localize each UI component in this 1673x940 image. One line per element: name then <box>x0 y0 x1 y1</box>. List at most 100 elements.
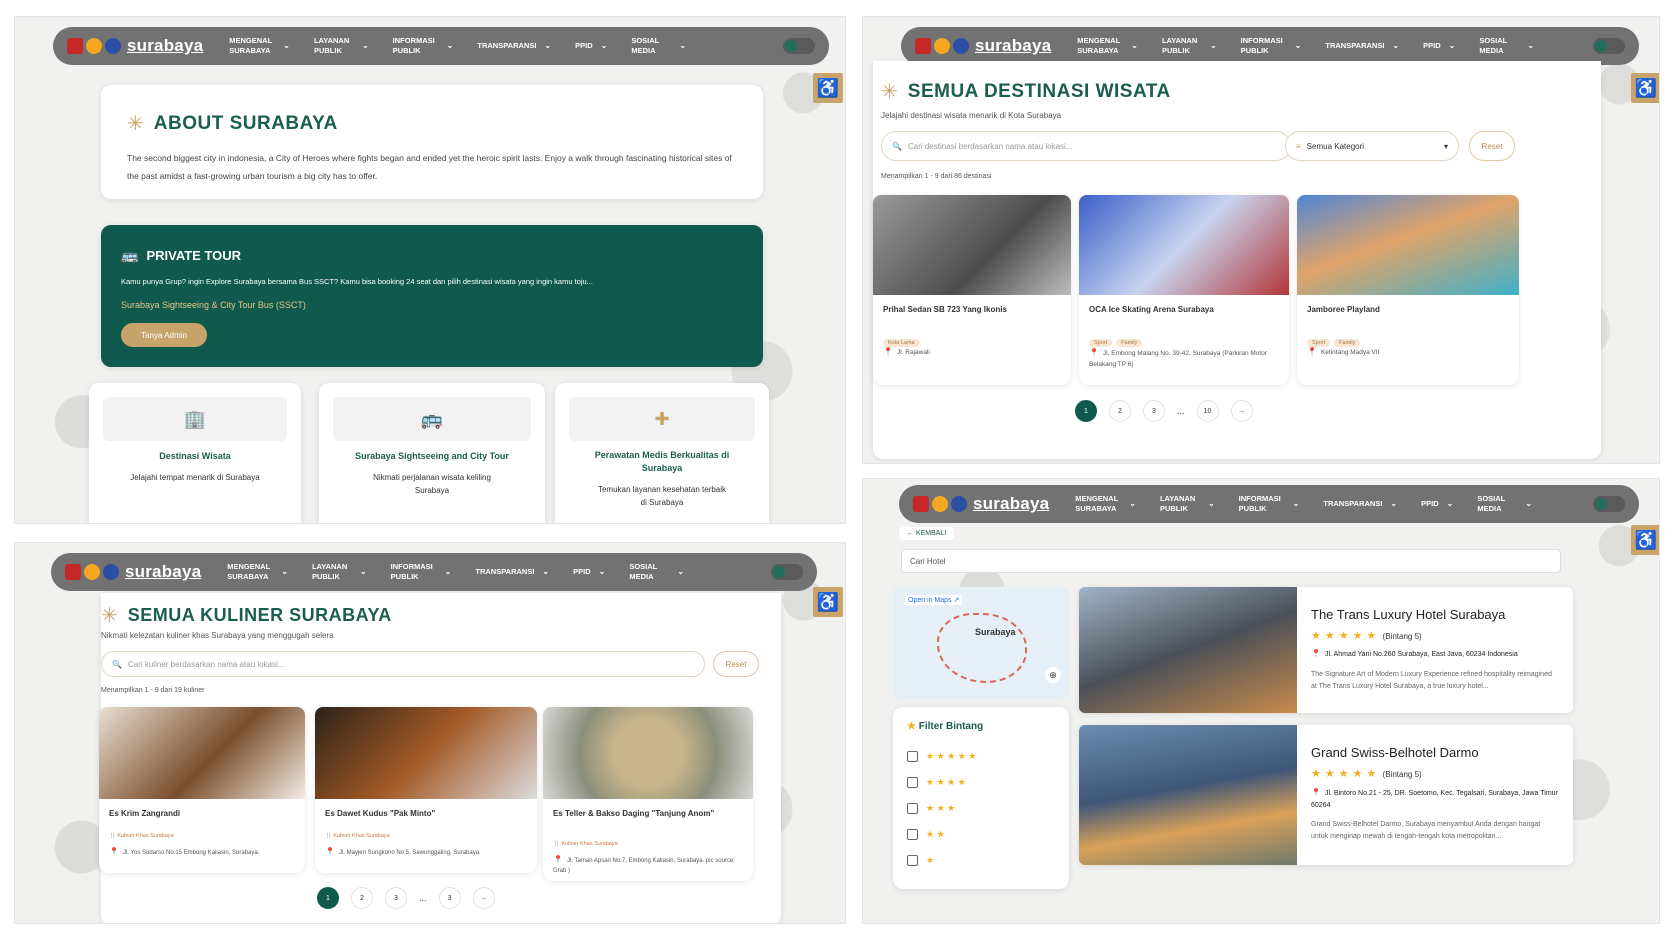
category-select[interactable]: ≡ Semua Kategori ▾ <box>1285 131 1459 161</box>
search-input[interactable]: 🔍 Cari kuliner berdasarkan nama atau loka… <box>101 651 705 677</box>
destination-card[interactable]: Prihal Sedan SB 723 Yang Ikonis Kota Lam… <box>873 195 1071 385</box>
hotel-search-input[interactable]: Cari Hotel <box>901 549 1561 573</box>
nav-transparansi[interactable]: TRANSPARANSI ⌄ <box>477 41 551 51</box>
page-button[interactable]: 1 <box>317 887 339 909</box>
map-label: Surabaya <box>975 627 1016 637</box>
kuliner-card[interactable]: Es Dawet Kudus "Pak Minto" 🍴 Kuliner Kha… <box>315 707 537 873</box>
theme-toggle[interactable] <box>1593 38 1625 54</box>
destination-photo <box>1297 195 1519 295</box>
nav-mengenal[interactable]: MENGENAL SURABAYA ⌄ <box>1075 494 1136 514</box>
map[interactable]: Surabaya Open in Maps ↗ ⊕ <box>893 587 1069 699</box>
star-icon: ★ <box>907 721 916 732</box>
tour-text: Kamu punya Grup? ingin Explore Surabaya … <box>121 277 593 286</box>
about-text: The second biggest city in indonesia, a … <box>127 153 732 181</box>
tag: Family <box>1116 339 1143 347</box>
destination-card[interactable]: OCA Ice Skating Arena Surabaya Sport Fami… <box>1079 195 1289 385</box>
destination-name: OCA Ice Skating Arena Surabaya <box>1089 305 1214 314</box>
about-card: ✳ ABOUT SURABAYA The second biggest city … <box>101 85 763 199</box>
logo[interactable]: surabaya <box>915 36 1051 56</box>
open-in-maps-link[interactable]: Open in Maps ↗ <box>905 595 963 605</box>
bus-icon: 🚌 <box>333 397 531 441</box>
about-panel: surabaya MENGENAL SURABAYA ⌄ LAYANAN PUBL… <box>14 16 846 524</box>
nav-mengenal[interactable]: MENGENAL SURABAYA ⌄ <box>1077 36 1138 56</box>
accessibility-icon[interactable]: ♿ <box>1631 525 1659 555</box>
page-button[interactable]: 3 <box>438 887 461 909</box>
destination-name: Prihal Sedan SB 723 Yang Ikonis <box>883 305 1007 314</box>
kuliner-card[interactable]: Es Teller & Bakso Daging "Tanjung Anom" … <box>543 707 753 881</box>
kuliner-location: Jl. Mayjen Sungkono No.5, Sawunggaling, … <box>338 850 481 856</box>
page-button[interactable]: 10 <box>1196 400 1219 422</box>
nav-mengenal[interactable]: MENGENAL SURABAYA ⌄ <box>229 36 290 56</box>
location-pin-icon: 📍 <box>1089 348 1099 357</box>
filter-3-stars[interactable]: ★ ★ ★ <box>907 795 976 821</box>
destination-location: Jl. Embong Malang No. 39-42, Surabaya (P… <box>1089 350 1267 368</box>
feature-card-destinasi[interactable]: 🏢 Destinasi Wisata Jelajahi tempat menar… <box>89 383 301 523</box>
nav-mengenal[interactable]: MENGENAL SURABAYA ⌄ <box>227 562 288 582</box>
next-arrow-icon[interactable]: → <box>472 887 495 909</box>
nav-informasi[interactable]: INFORMASI PUBLIK ⌄ <box>391 562 452 582</box>
destination-card[interactable]: Jamboree Playland Sport Family 📍 Ketintang… <box>1297 195 1519 385</box>
nav-sosial[interactable]: SOSIAL MEDIA ⌄ <box>629 562 684 582</box>
nav-sosial[interactable]: SOSIAL MEDIA ⌄ <box>1479 36 1534 56</box>
hotel-photo <box>1079 725 1297 865</box>
tanya-admin-button[interactable]: Tanya Admin <box>121 323 207 347</box>
filter-2-stars[interactable]: ★ ★ <box>907 821 976 847</box>
hotel-card[interactable]: The Trans Luxury Hotel Surabaya ★★★★★ (B… <box>1079 587 1573 713</box>
stars-icon: ★ ★ ★ <box>926 802 956 813</box>
nav-sosial[interactable]: SOSIAL MEDIA ⌄ <box>631 36 686 56</box>
nav-layanan[interactable]: LAYANAN PUBLIK ⌄ <box>1160 494 1215 514</box>
accessibility-icon[interactable]: ♿ <box>813 73 843 103</box>
theme-toggle[interactable] <box>771 564 803 580</box>
page-ellipsis: ... <box>1177 406 1185 416</box>
nav-ppid[interactable]: PPID ⌄ <box>1421 499 1453 509</box>
theme-toggle[interactable] <box>783 38 815 54</box>
feature-desc: Jelajahi tempat menarik di Surabaya <box>130 473 260 482</box>
nav-ppid[interactable]: PPID ⌄ <box>1423 41 1455 51</box>
logo[interactable]: surabaya <box>65 562 201 582</box>
star-filter-list: ★ ★ ★ ★ ★ ★ ★ ★ ★ ★ ★ ★ ★ ★ ★ <box>907 743 976 873</box>
search-input[interactable]: 🔍 Cari destinasi berdasarkan nama atau lo… <box>881 131 1291 161</box>
next-arrow-icon[interactable]: → <box>1230 400 1253 422</box>
nav-informasi[interactable]: INFORMASI PUBLIK ⌄ <box>393 36 454 56</box>
nav-informasi[interactable]: INFORMASI PUBLIK ⌄ <box>1241 36 1302 56</box>
kuliner-card[interactable]: Es Krim Zangrandi 🍴 Kuliner Khas Surabay… <box>99 707 305 873</box>
back-link[interactable]: ← KEMBALI <box>899 527 955 540</box>
nav-transparansi[interactable]: TRANSPARANSI ⌄ <box>1323 499 1397 509</box>
reset-button[interactable]: Reset <box>1469 131 1515 161</box>
arrow-left-icon: ← <box>907 530 916 537</box>
sparkle-icon: ✳ <box>127 113 144 135</box>
nav-informasi[interactable]: INFORMASI PUBLIK ⌄ <box>1239 494 1300 514</box>
filter-5-stars[interactable]: ★ ★ ★ ★ ★ <box>907 743 976 769</box>
nav-layanan[interactable]: LAYANAN PUBLIK ⌄ <box>312 562 367 582</box>
location-pin-icon: 📍 <box>553 855 563 864</box>
nav-layanan[interactable]: LAYANAN PUBLIK ⌄ <box>1162 36 1217 56</box>
feature-card-medis[interactable]: ✚ Perawatan Medis Berkualitas di Surabay… <box>555 383 769 523</box>
page-button[interactable]: 2 <box>1109 400 1131 422</box>
nav-layanan[interactable]: LAYANAN PUBLIK ⌄ <box>314 36 369 56</box>
filter-1-star[interactable]: ★ <box>907 847 976 873</box>
page-button[interactable]: 3 <box>1143 400 1165 422</box>
accessibility-icon[interactable]: ♿ <box>1631 73 1659 103</box>
accessibility-icon[interactable]: ♿ <box>813 587 843 617</box>
theme-toggle[interactable] <box>1593 496 1625 512</box>
destination-name: Jamboree Playland <box>1307 305 1380 314</box>
location-pin-icon: 📍 <box>1311 788 1321 797</box>
nav-transparansi[interactable]: TRANSPARANSI ⌄ <box>1325 41 1399 51</box>
nav-transparansi[interactable]: TRANSPARANSI ⌄ <box>475 567 549 577</box>
nav-sosial[interactable]: SOSIAL MEDIA ⌄ <box>1477 494 1532 514</box>
page-button[interactable]: 1 <box>1075 400 1097 422</box>
logo[interactable]: surabaya <box>67 36 203 56</box>
hotel-card[interactable]: Grand Swiss-Belhotel Darmo ★★★★★ (Bintan… <box>1079 725 1573 865</box>
reset-button[interactable]: Reset <box>713 651 759 677</box>
navbar: surabaya MENGENAL SURABAYA ⌄ LAYANAN PUBL… <box>899 485 1639 523</box>
filter-4-stars[interactable]: ★ ★ ★ ★ <box>907 769 976 795</box>
nav-ppid[interactable]: PPID ⌄ <box>575 41 607 51</box>
compass-icon[interactable]: ⊕ <box>1045 667 1061 683</box>
page-subtitle: Nikmati kelezatan kuliner khas Surabaya … <box>101 631 334 640</box>
page-button[interactable]: 3 <box>385 887 407 909</box>
logo[interactable]: surabaya <box>913 494 1049 514</box>
feature-card-ssct[interactable]: 🚌 Surabaya Sightseeing and City Tour Nik… <box>319 383 545 523</box>
page-button[interactable]: 2 <box>351 887 373 909</box>
nav-ppid[interactable]: PPID ⌄ <box>573 567 605 577</box>
tour-link[interactable]: Surabaya Sightseeing & City Tour Bus (SS… <box>121 300 306 310</box>
